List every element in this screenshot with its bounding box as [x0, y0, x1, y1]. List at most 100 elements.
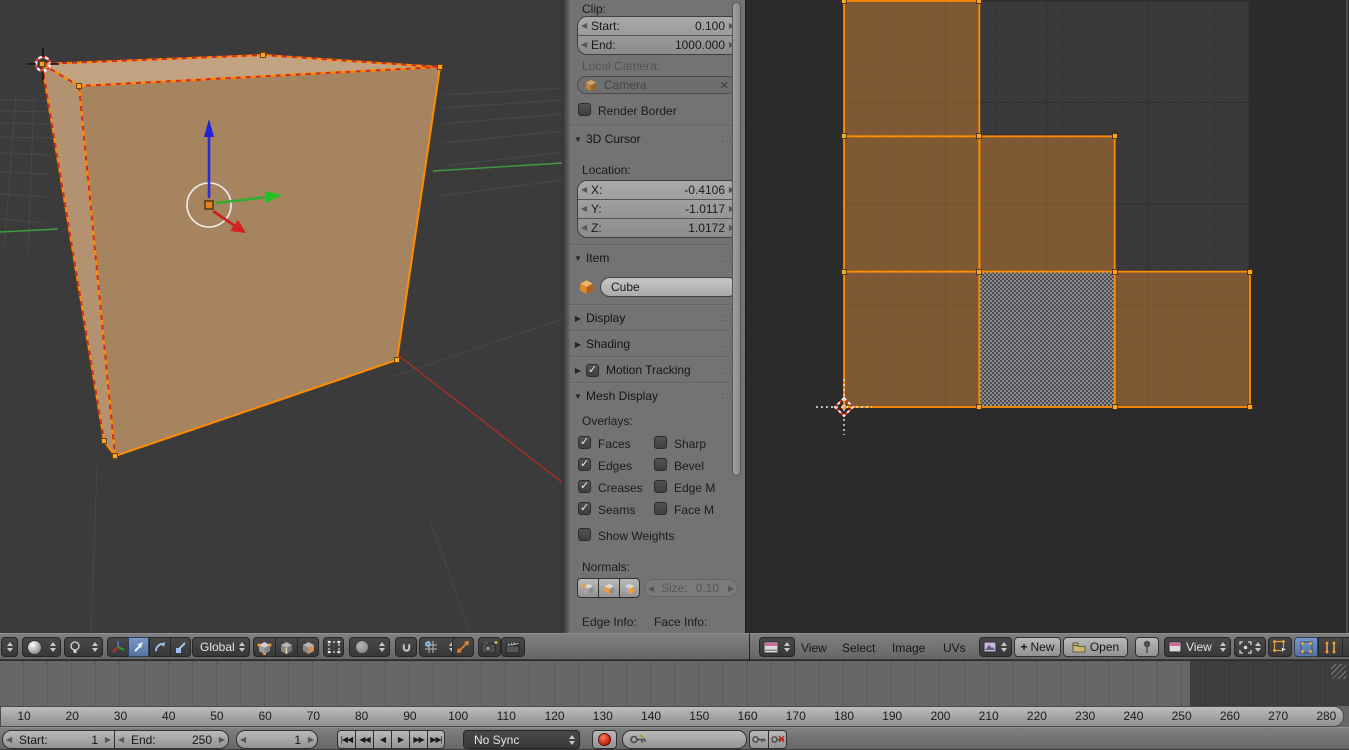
ruler-frame-number: 160 — [737, 709, 758, 723]
camera-field[interactable]: Camera ✕ — [577, 76, 737, 94]
close-icon[interactable]: ✕ — [720, 79, 729, 92]
manipulator-toggle-button[interactable] — [107, 637, 128, 657]
panel-edge[interactable] — [562, 0, 570, 633]
cursor-z-field[interactable]: ◀ Z: 1.0172 ▶ — [578, 218, 738, 237]
manipulator-center[interactable] — [204, 200, 214, 210]
viewport-3d[interactable] — [0, 0, 564, 634]
sticky-selection-button[interactable] — [1268, 637, 1292, 657]
face-normals-button[interactable] — [619, 578, 640, 598]
uv-image-editor[interactable] — [745, 0, 1349, 633]
expand-arrow-icon[interactable]: ▼ — [570, 254, 586, 263]
pivot-point-dropdown[interactable] — [64, 637, 103, 657]
manipulator-buttons — [107, 637, 191, 657]
menu-select[interactable]: Select — [842, 641, 875, 655]
overlay-facem-checkbox[interactable] — [654, 502, 667, 515]
sync-mode-dropdown[interactable]: No Sync — [463, 730, 580, 749]
frame-range-fields: ◀ Start: 1 ▶ ◀ End: 250 ▶ — [2, 730, 229, 749]
cursor-y-field[interactable]: ◀ Y: -1.0117 ▶ — [578, 199, 738, 218]
menu-uvs[interactable]: UVs — [943, 641, 966, 655]
mesh-data-cube-icon — [578, 278, 595, 295]
scale-manipulator-button[interactable] — [170, 637, 191, 657]
display-channels-dropdown[interactable]: View — [1164, 637, 1231, 657]
overlay-seams-checkbox[interactable] — [578, 501, 591, 515]
panel-header-mesh-display[interactable]: ▼ Mesh Display :::: — [570, 386, 745, 406]
cursor-location-fields: ◀ X: -0.4106 ▶ ◀ Y: -1.0117 ▶ ◀ Z: 1.017… — [577, 180, 739, 238]
expand-arrow-icon[interactable]: ▼ — [570, 135, 586, 144]
uv-pivot-dropdown[interactable] — [1234, 637, 1266, 657]
prev-keyframe-button[interactable]: ◀◀ — [355, 730, 373, 749]
menu-view[interactable]: View — [801, 641, 827, 655]
auto-keyframe-button[interactable] — [592, 730, 617, 749]
keying-set-field[interactable] — [622, 730, 747, 749]
viewport-shading-dropdown[interactable] — [22, 637, 61, 657]
rotate-manipulator-button[interactable] — [149, 637, 170, 657]
clip-start-field[interactable]: ◀ Start: 0.100 ▶ — [578, 17, 738, 35]
collapsed-arrow-icon[interactable]: ▶ — [570, 314, 586, 323]
panel-scrollbar[interactable] — [732, 2, 741, 476]
overlay-creases-checkbox[interactable] — [578, 479, 591, 493]
uv-edge-select-button[interactable] — [1318, 637, 1342, 657]
collapsed-arrow-icon[interactable]: ▶ — [570, 366, 586, 375]
transform-orientation-dropdown[interactable]: Global — [192, 637, 250, 657]
translate-manipulator-button[interactable] — [128, 637, 149, 657]
panel-header-item[interactable]: ▼ Item :::: — [570, 248, 745, 268]
cursor-x-field[interactable]: ◀ X: -0.4106 ▶ — [578, 181, 738, 199]
opengl-render-anim-button[interactable] — [501, 637, 525, 657]
area-resize-grip[interactable] — [1331, 664, 1346, 679]
render-border-checkbox[interactable] — [578, 103, 591, 116]
open-image-button[interactable]: Open — [1063, 637, 1128, 657]
vertex-select-button[interactable] — [253, 637, 275, 657]
next-keyframe-button[interactable]: ▶▶ — [409, 730, 427, 749]
play-reverse-button[interactable]: ◀ — [373, 730, 391, 749]
panel-header-display[interactable]: ▶ Display :::: — [570, 308, 745, 328]
face-corner-normals-button[interactable] — [598, 578, 619, 598]
edge-select-button[interactable] — [275, 637, 297, 657]
vertex-normals-button[interactable] — [577, 578, 598, 598]
keyframe-buttons — [749, 730, 787, 749]
overlay-edgem-checkbox[interactable] — [654, 480, 667, 493]
editor-type-dropdown[interactable] — [759, 637, 795, 657]
object-name-input[interactable]: Cube — [600, 277, 738, 297]
editor-type-dropdown[interactable] — [1, 637, 18, 657]
snap-toggle-button[interactable] — [395, 637, 417, 657]
jump-to-end-button[interactable]: ▶▶| — [427, 730, 445, 749]
pin-image-button[interactable] — [1135, 637, 1159, 657]
expand-arrow-icon[interactable]: ▼ — [570, 392, 586, 401]
play-button[interactable]: ▶ — [391, 730, 409, 749]
menu-image[interactable]: Image — [892, 641, 925, 655]
motion-tracking-checkbox[interactable] — [586, 363, 599, 377]
ruler-frame-number: 100 — [448, 709, 469, 723]
insert-keyframe-button[interactable] — [749, 730, 768, 749]
panel-header-motion-tracking[interactable]: ▶ Motion Tracking :::: — [570, 360, 745, 380]
start-frame-field[interactable]: ◀ Start: 1 ▶ — [2, 730, 114, 749]
panel-header-3d-cursor[interactable]: ▼ 3D Cursor :::: — [570, 129, 745, 149]
timeline-frame-ruler[interactable]: 10 20 30 40 50 60 70 80 90 100 110 120 130 140 150 160 1… — [0, 706, 1344, 727]
overlay-sharp-checkbox[interactable] — [654, 436, 667, 449]
overlay-faces-checkbox[interactable] — [578, 435, 591, 449]
delete-keyframe-button[interactable] — [768, 730, 787, 749]
clip-fields: ◀ Start: 0.100 ▶ ◀ End: 1000.000 ▶ — [577, 16, 739, 55]
uv-face-select-button[interactable] — [1342, 637, 1349, 657]
panel-header-shading[interactable]: ▶ Shading :::: — [570, 334, 745, 354]
overlay-bevel-checkbox[interactable] — [654, 458, 667, 471]
face-select-button[interactable] — [297, 637, 319, 657]
overlay-edges-checkbox[interactable] — [578, 457, 591, 471]
collapsed-arrow-icon[interactable]: ▶ — [570, 340, 586, 349]
clapperboard-icon — [505, 641, 520, 654]
clip-end-field[interactable]: ◀ End: 1000.000 ▶ — [578, 35, 738, 54]
new-image-button[interactable]: + New — [1014, 637, 1061, 657]
ruler-frame-number: 260 — [1219, 709, 1240, 723]
show-weights-checkbox[interactable] — [578, 528, 591, 541]
opengl-render-button[interactable] — [478, 637, 501, 657]
snap-peel-button[interactable] — [452, 637, 474, 657]
ruler-frame-number: 210 — [978, 709, 999, 723]
jump-to-start-button[interactable]: |◀◀ — [337, 730, 355, 749]
timeline-area[interactable]: 10 20 30 40 50 60 70 80 90 100 110 120 130 140 150 160 1… — [0, 660, 1349, 727]
uv-vertex-select-button[interactable] — [1294, 637, 1318, 657]
end-frame-field[interactable]: ◀ End: 250 ▶ — [114, 730, 229, 749]
blender-window: Clip: ◀ Start: 0.100 ▶ ◀ End: 1000.000 ▶… — [0, 0, 1349, 750]
image-datablock-dropdown[interactable] — [979, 637, 1012, 657]
proportional-edit-dropdown[interactable] — [349, 637, 390, 657]
current-frame-field[interactable]: ◀ 1 ▶ — [236, 730, 318, 749]
limit-selection-visible-button[interactable] — [323, 637, 344, 657]
